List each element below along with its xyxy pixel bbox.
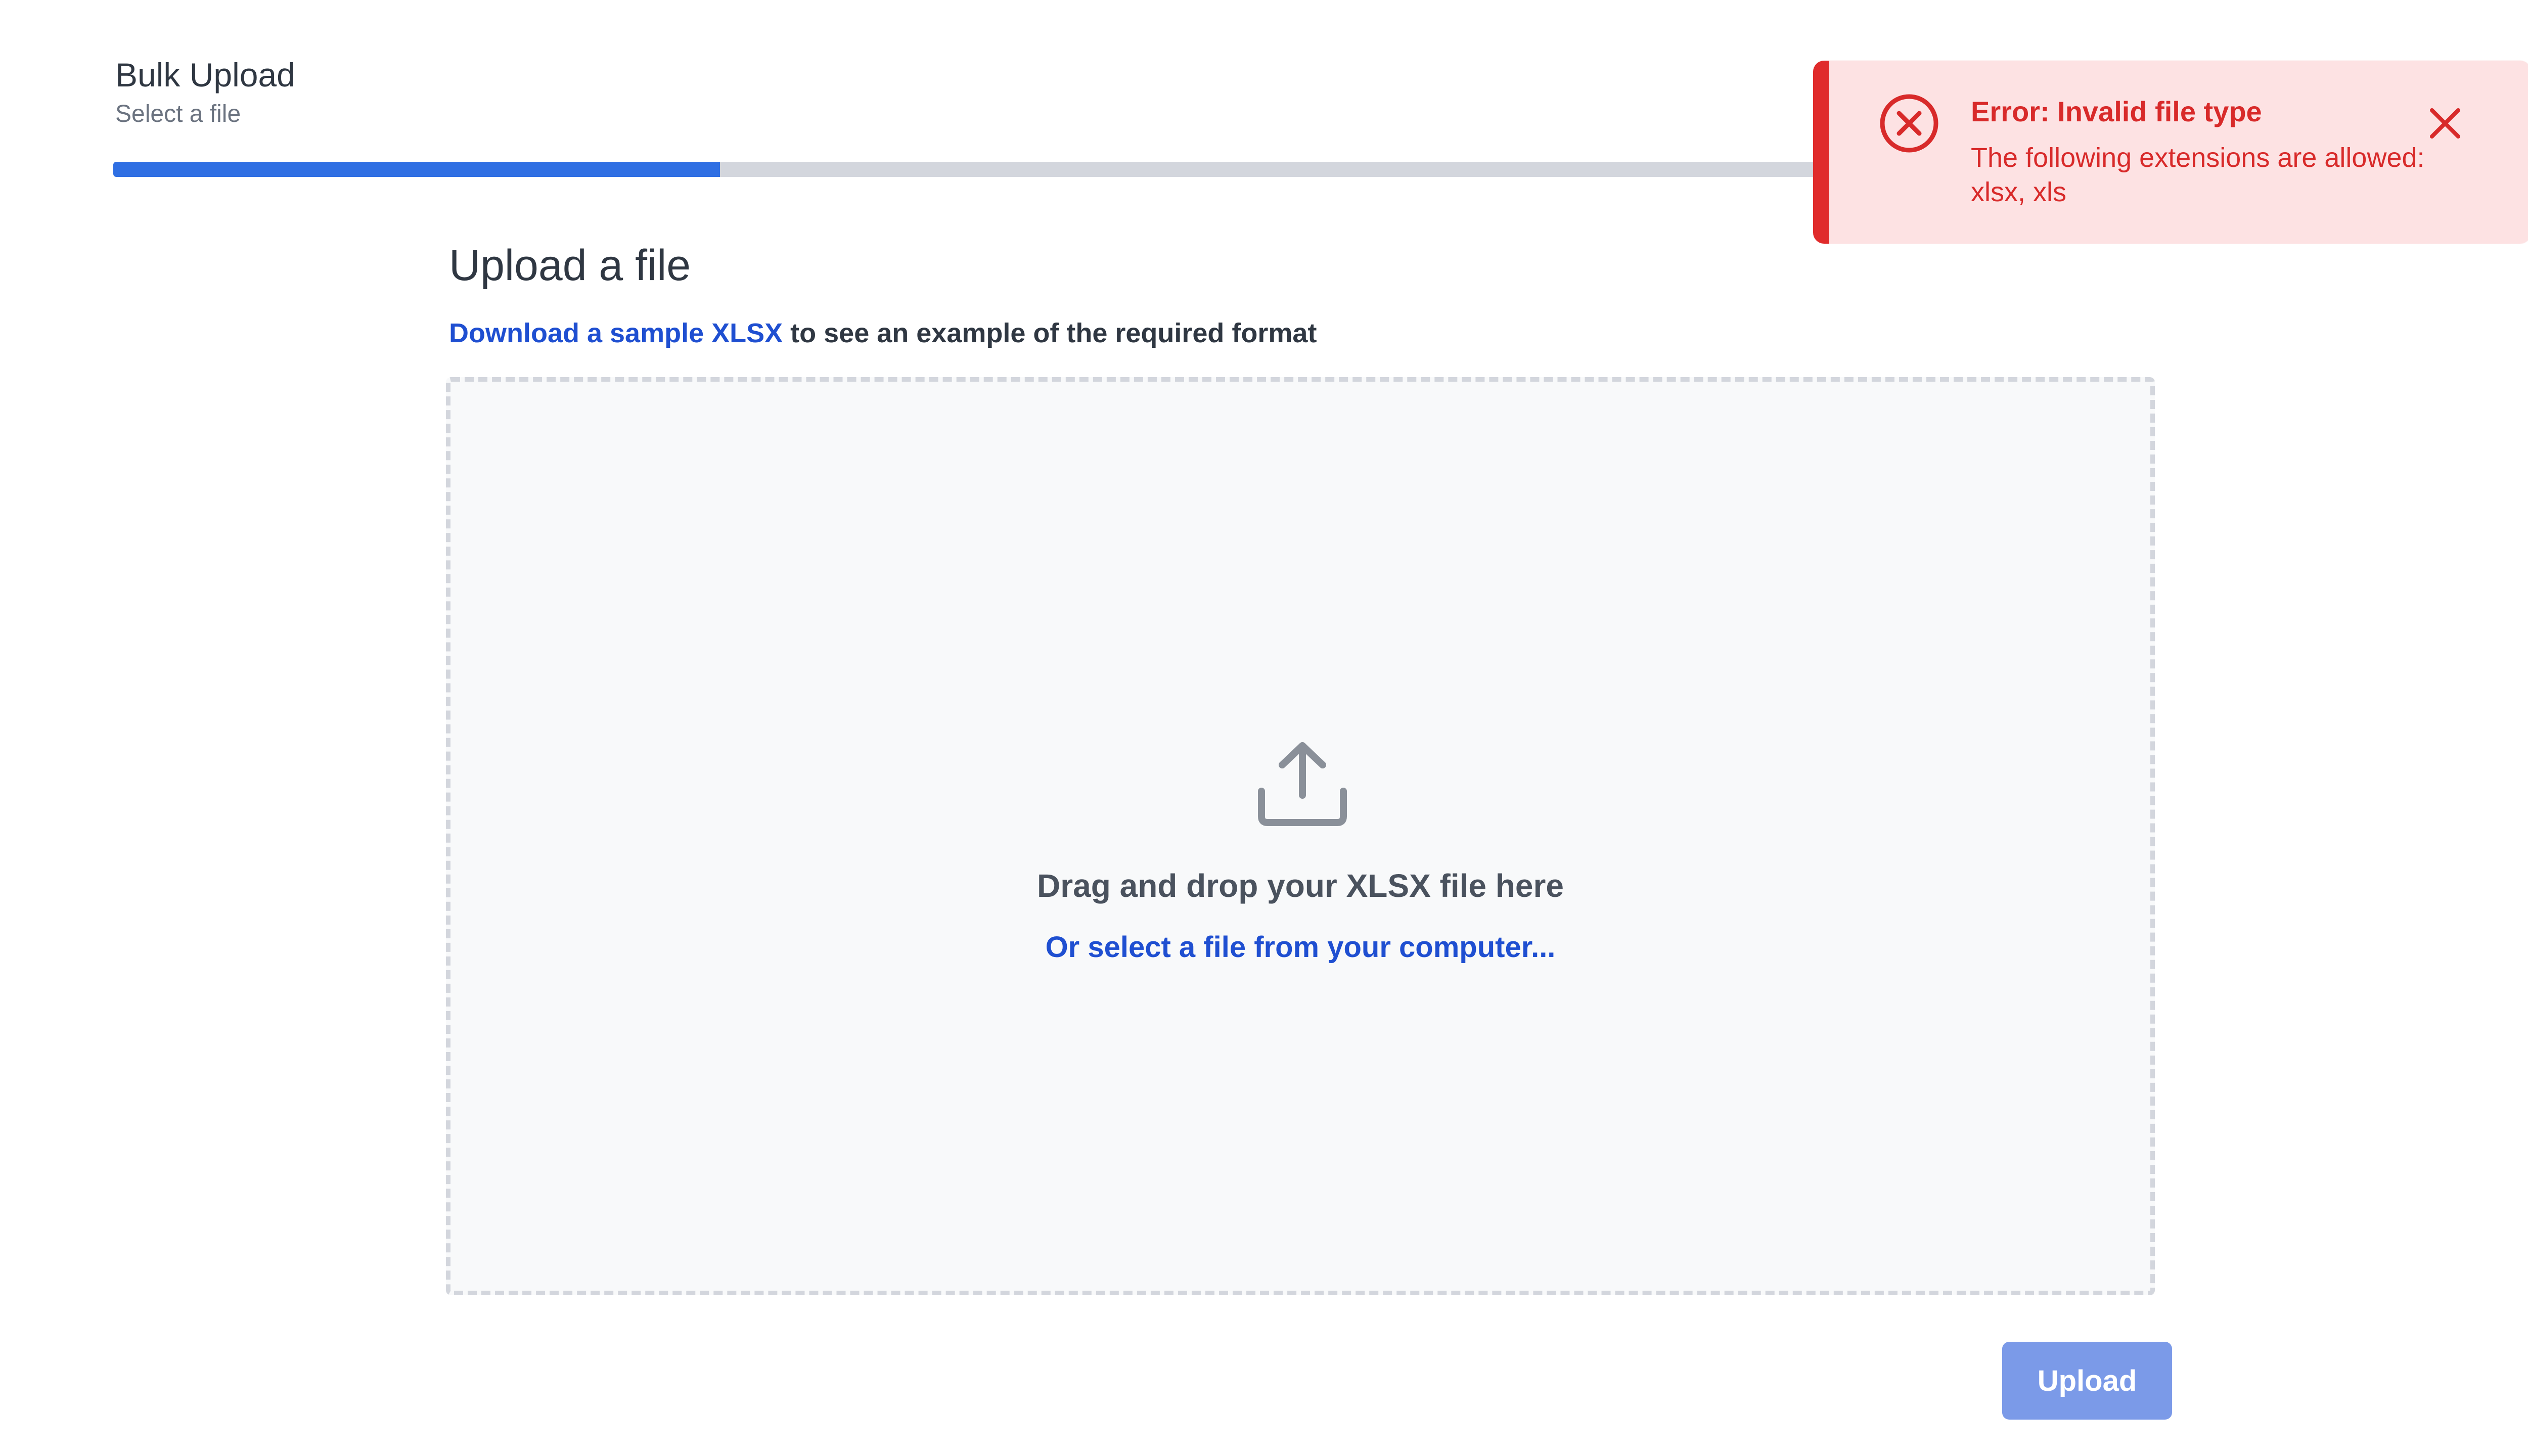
section-title: Upload a file — [449, 241, 691, 290]
sample-hint-text: to see an example of the required format — [783, 318, 1317, 348]
toast-close-button[interactable] — [2425, 103, 2465, 144]
toast-accent-bar — [1813, 61, 1829, 244]
progress-bar-fill — [113, 162, 720, 177]
upload-section: Upload a file Download a sample XLSX to … — [449, 238, 2158, 351]
toast-title: Error: Invalid file type — [1971, 96, 2262, 127]
page-title: Bulk Upload — [115, 56, 295, 94]
download-sample-link[interactable]: Download a sample XLSX — [449, 318, 783, 348]
upload-button[interactable]: Upload — [2002, 1342, 2172, 1420]
select-file-link[interactable]: Or select a file from your computer... — [450, 930, 2150, 964]
page-subtitle: Select a file — [115, 101, 241, 127]
upload-icon — [1258, 742, 1347, 826]
file-dropzone[interactable]: Drag and drop your XLSX file here Or sel… — [446, 377, 2155, 1295]
error-circle-x-icon — [1880, 94, 1938, 153]
dropzone-title: Drag and drop your XLSX file here — [1037, 868, 1564, 904]
close-icon — [2430, 108, 2460, 139]
page-header: Bulk Upload Select a file — [115, 55, 295, 129]
error-toast: Error: Invalid file type The following e… — [1813, 61, 2528, 244]
toast-message: The following extensions are allowed: xl… — [1971, 143, 2425, 207]
sample-hint: Download a sample XLSX to see an example… — [449, 315, 2158, 351]
